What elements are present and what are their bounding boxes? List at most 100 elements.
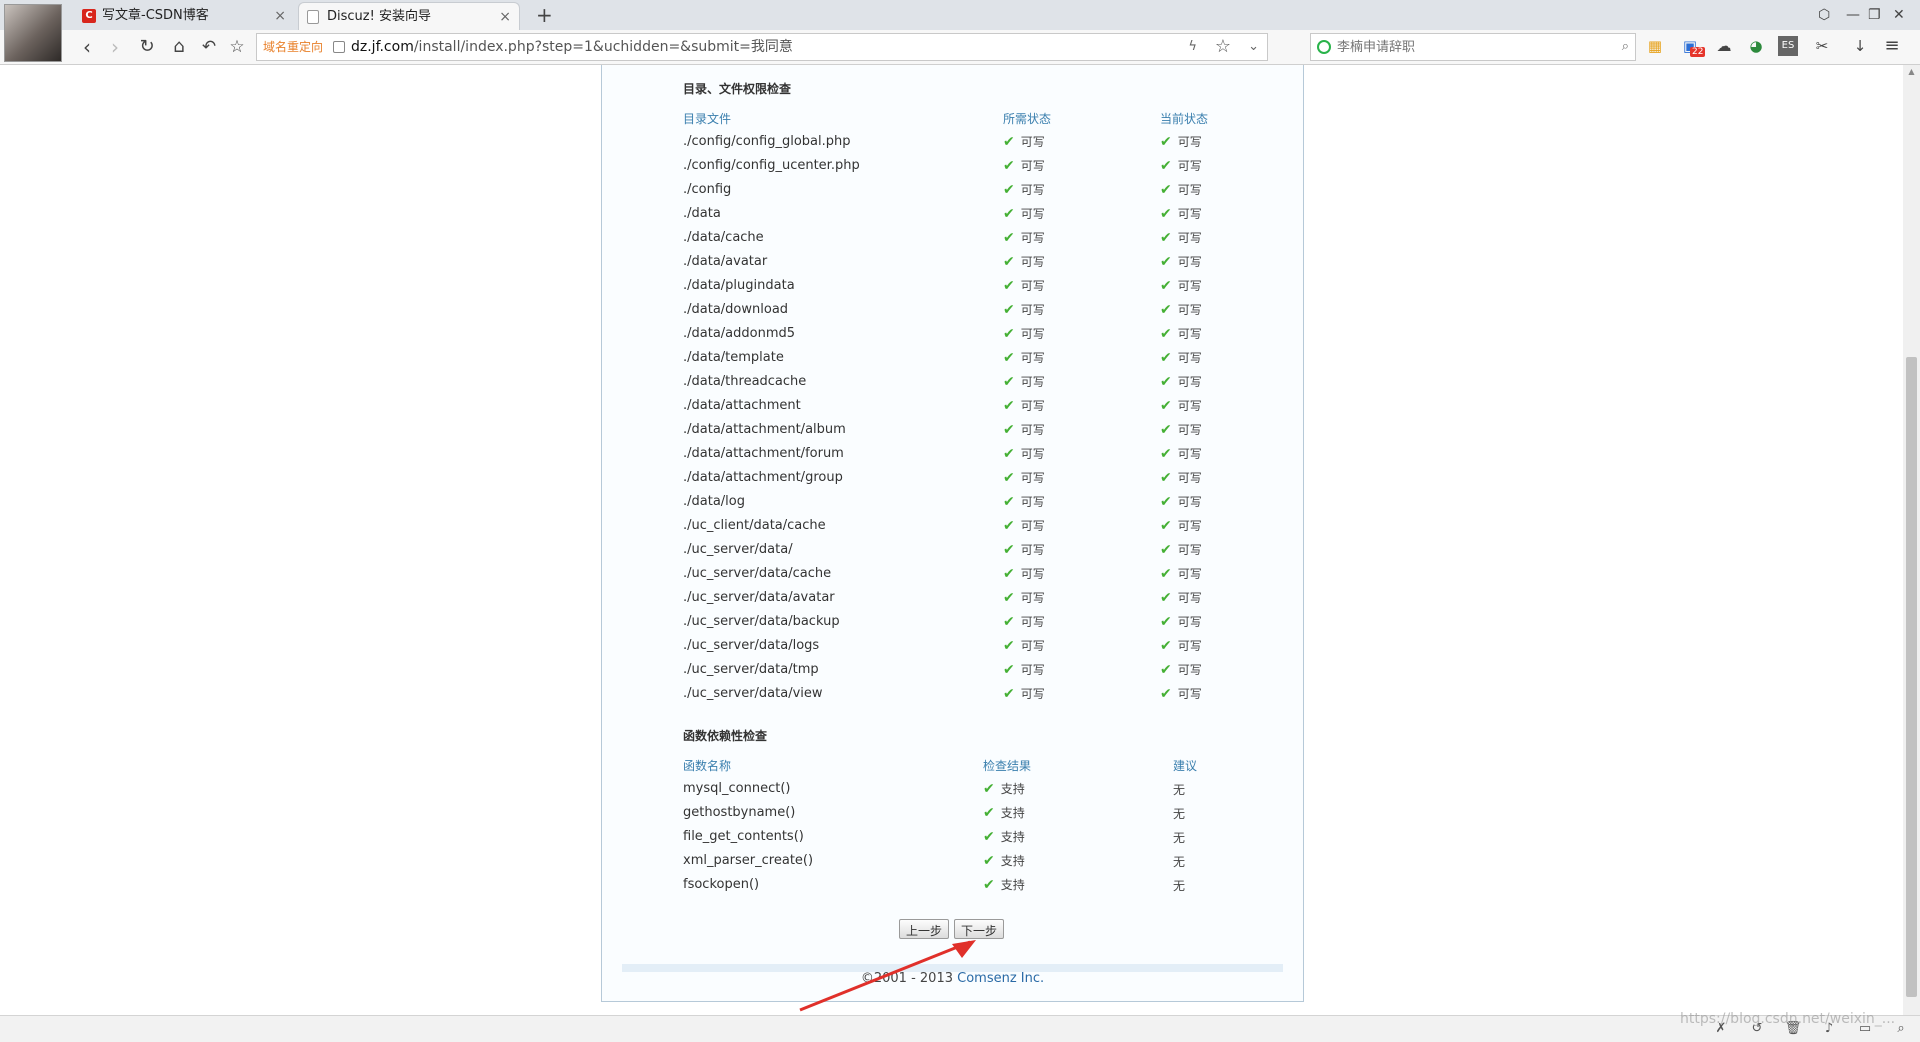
check-icon: ✔ (1003, 542, 1015, 558)
required-status: ✔ 可写 (1003, 637, 1045, 654)
status-label: 可写 (1020, 375, 1045, 389)
cloud-icon[interactable]: ☁ (1714, 36, 1734, 56)
home-icon[interactable]: ⌂ (166, 34, 192, 60)
status-label: 可写 (1177, 327, 1202, 341)
check-icon: ✔ (1003, 206, 1015, 222)
next-step-button[interactable]: 下一步 (954, 919, 1004, 939)
current-status: ✔ 可写 (1160, 301, 1202, 318)
download-icon[interactable]: ↓ (1850, 36, 1870, 56)
address-bar[interactable]: 域名重定向 dz.jf.com/install/index.php?step=1… (256, 33, 1268, 61)
status-label: 可写 (1020, 351, 1045, 365)
dir-path: ./data/cache (683, 230, 764, 245)
status-label: 可写 (1177, 183, 1202, 197)
speed-mode-icon[interactable]: ϟ (1188, 34, 1197, 60)
globe-icon[interactable]: ◕ (1746, 36, 1766, 56)
status-label: 可写 (1020, 687, 1045, 701)
csdn-icon: C (82, 9, 96, 23)
status-label: 可写 (1177, 207, 1202, 221)
status-label: 可写 (1020, 231, 1045, 245)
dir-path: ./uc_server/data/backup (683, 614, 840, 629)
dir-path: ./data/download (683, 302, 789, 317)
check-icon: ✔ (1003, 278, 1015, 294)
check-icon: ✔ (1160, 542, 1172, 558)
func-result: ✔ 支持 (983, 828, 1025, 845)
bookmark-star-icon[interactable]: ☆ (224, 34, 250, 60)
dir-path: ./data/attachment/forum (683, 446, 844, 461)
dir-path: ./uc_server/data/ (683, 542, 793, 557)
skin-icon[interactable]: ⬡ (1818, 0, 1830, 30)
site-info-icon[interactable] (333, 41, 345, 53)
vertical-scrollbar[interactable]: ▲ (1903, 65, 1920, 1015)
tab-discuz[interactable]: Discuz! 安装向导 × (298, 2, 520, 31)
status-label: 可写 (1020, 327, 1045, 341)
search-box[interactable]: ⌕ (1310, 33, 1636, 61)
dir-path: ./data/addonmd5 (683, 326, 796, 341)
func-advice: 无 (1173, 831, 1186, 845)
status-label: 可写 (1177, 399, 1202, 413)
close-window-button[interactable]: ✕ (1893, 0, 1905, 30)
current-status: ✔ 可写 (1160, 397, 1202, 414)
new-tab-button[interactable]: + (536, 1, 553, 29)
current-status: ✔ 可写 (1160, 661, 1202, 678)
apps-grid-icon[interactable]: ▦ (1645, 36, 1665, 56)
back-icon[interactable]: ‹ (74, 34, 100, 60)
check-icon: ✔ (1160, 494, 1172, 510)
status-label: 可写 (1020, 591, 1045, 605)
check-icon: ✔ (1160, 686, 1172, 702)
search-input[interactable] (1335, 36, 1599, 58)
status-label: 可写 (1020, 447, 1045, 461)
minimize-button[interactable]: — (1846, 0, 1860, 30)
check-icon: ✔ (1003, 518, 1015, 534)
status-label: 可写 (1177, 687, 1202, 701)
status-label: 可写 (1177, 615, 1202, 629)
func-name: mysql_connect() (683, 781, 791, 796)
current-status: ✔ 可写 (1160, 637, 1202, 654)
check-icon: ✔ (1160, 614, 1172, 630)
check-icon: ✔ (983, 805, 995, 821)
restore-button[interactable]: ❐ (1868, 0, 1881, 30)
close-tab-icon[interactable]: × (274, 2, 286, 30)
status-label: 可写 (1177, 519, 1202, 533)
func-name: file_get_contents() (683, 829, 804, 844)
menu-icon[interactable]: ≡ (1882, 36, 1902, 56)
forward-icon[interactable]: › (102, 34, 128, 60)
tab-title: Discuz! 安装向导 (327, 9, 431, 24)
check-icon: ✔ (1160, 422, 1172, 438)
search-icon[interactable]: ⌕ (1622, 34, 1629, 60)
check-icon: ✔ (1003, 614, 1015, 630)
close-tab-icon[interactable]: × (499, 3, 511, 31)
status-label: 可写 (1020, 663, 1045, 677)
check-icon: ✔ (1003, 686, 1015, 702)
scroll-thumb[interactable] (1906, 357, 1917, 997)
required-status: ✔ 可写 (1003, 517, 1045, 534)
reload-icon[interactable]: ↻ (134, 34, 160, 60)
scissors-icon[interactable]: ✂ (1812, 36, 1832, 56)
current-status: ✔ 可写 (1160, 445, 1202, 462)
status-label: 可写 (1020, 159, 1045, 173)
dir-path: ./data/attachment/group (683, 470, 843, 485)
status-label: 可写 (1177, 231, 1202, 245)
prev-step-button[interactable]: 上一步 (899, 919, 949, 939)
required-status: ✔ 可写 (1003, 541, 1045, 558)
status-label: 可写 (1020, 135, 1045, 149)
notification-badge: 22 (1690, 47, 1706, 57)
undo-icon[interactable]: ↶ (196, 34, 222, 60)
gift-icon[interactable]: ▣ 22 (1680, 36, 1706, 57)
check-icon: ✔ (1160, 566, 1172, 582)
dir-check-title: 目录、文件权限检查 (683, 82, 792, 96)
es-extension-icon[interactable]: ES (1778, 36, 1798, 56)
avatar[interactable] (4, 4, 62, 62)
favorite-star-icon[interactable]: ☆ (1215, 34, 1231, 60)
current-status: ✔ 可写 (1160, 517, 1202, 534)
tab-csdn[interactable]: C 写文章-CSDN博客 × (74, 2, 294, 30)
scroll-up-arrow[interactable]: ▲ (1903, 65, 1920, 79)
current-status: ✔ 可写 (1160, 181, 1202, 198)
check-icon: ✔ (1160, 350, 1172, 366)
chevron-down-icon[interactable]: ⌄ (1248, 34, 1259, 60)
col-header-result: 检查结果 (983, 759, 1032, 773)
required-status: ✔ 可写 (1003, 205, 1045, 222)
dir-path: ./uc_server/data/avatar (683, 590, 835, 605)
status-label: 可写 (1177, 495, 1202, 509)
dir-path: ./data/threadcache (683, 374, 807, 389)
dir-path: ./uc_server/data/cache (683, 566, 832, 581)
